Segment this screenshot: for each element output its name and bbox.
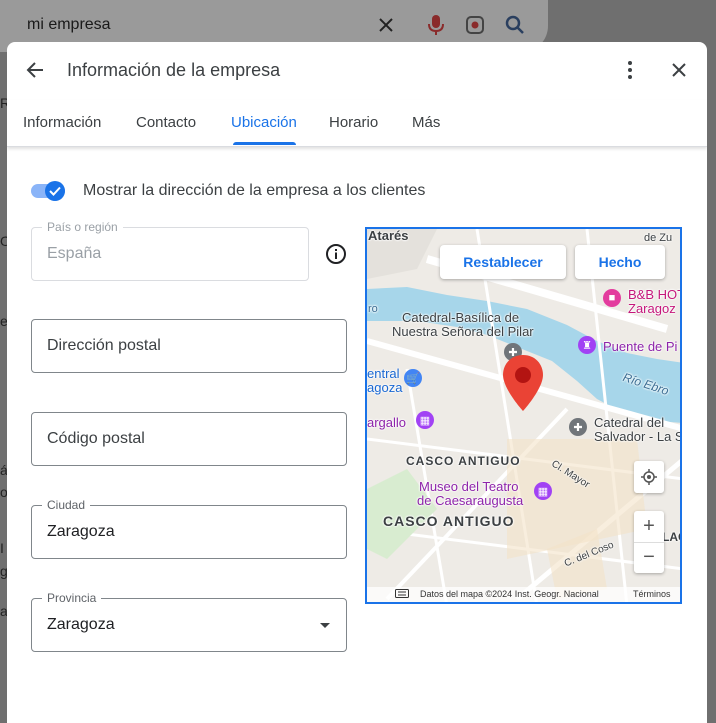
tab-bar: Información Contacto Ubicación Horario M… [7,100,707,147]
province-select-value: Zaragoza [47,616,115,633]
clear-icon [374,13,398,37]
location-pin-icon[interactable] [501,353,545,413]
postal-code-field-placeholder: Código postal [47,430,145,447]
map-label-puente: Puente de Pi [603,339,678,354]
close-button[interactable] [659,50,699,90]
location-map[interactable]: Restablecer Hecho Atarés de Zu ■ B&B HOT… [365,227,682,604]
business-info-dialog: Información de la empresa Información Co… [7,42,707,723]
map-label-museo-2: de Caesaraugusta [417,493,524,508]
map-footer: Datos del mapa ©2024 Inst. Geogr. Nacion… [367,587,680,602]
map-label-street: de Zu [644,232,673,244]
check-icon [49,186,61,196]
zoom-in-button[interactable]: + [634,512,664,543]
map-label-salvador: Catedral del [594,415,665,430]
tab-informacion[interactable]: Información [23,114,101,131]
map-label-casco-small: CASCO ANTIGUO [406,454,521,468]
country-field: País o región España [31,220,309,281]
cathedral-poi-icon: ✚ [569,418,587,436]
address-field[interactable]: Dirección postal [31,319,347,373]
dropdown-arrow-icon [320,623,330,628]
zoom-out-button[interactable]: − [634,543,664,573]
map-attribution: Datos del mapa ©2024 Inst. Geogr. Nacion… [420,589,599,599]
show-address-label: Mostrar la dirección de la empresa a los… [83,182,426,199]
shopping-poi-icon: 🛒 [404,369,422,387]
more-options-button[interactable] [610,50,650,90]
city-field-label: Ciudad [42,498,91,512]
tab-horario[interactable]: Horario [329,114,378,131]
map-label-casco-big: CASCO ANTIGUO [383,513,515,529]
zoom-controls: + − [634,511,664,573]
map-label-atares: Atarés [368,228,409,243]
map-label-river-part: ro [368,303,378,315]
tab-mas[interactable]: Más [412,114,440,131]
map-label-salvador-2: Salvador - La S [594,429,682,444]
search-icon [503,13,527,37]
postal-code-field[interactable]: Código postal [31,412,347,466]
province-select-label: Provincia [42,591,102,605]
map-label-right: LAC [662,530,680,544]
active-tab-indicator [233,142,296,145]
my-location-button[interactable] [634,461,664,493]
back-button[interactable] [15,50,55,90]
address-field-placeholder: Dirección postal [47,337,161,354]
info-icon[interactable] [325,243,349,267]
show-address-toggle[interactable] [31,181,67,201]
my-location-icon [641,469,657,485]
lens-icon [463,13,487,37]
map-label-central: entral [367,366,400,381]
map-label-basilica: Catedral-Basílica de [402,310,520,325]
museum-poi-icon: ▦ [416,411,434,429]
microphone-icon [424,13,448,37]
map-terms-link[interactable]: Términos [633,589,671,599]
map-label-central-2: agoza [367,380,403,395]
close-icon [672,63,686,77]
country-field-value: España [47,245,102,262]
map-done-button[interactable]: Hecho [575,245,665,279]
toggle-knob [45,181,65,201]
theater-poi-icon: ▦ [534,482,552,500]
city-field-value: Zaragoza [47,523,115,540]
province-select[interactable]: Provincia Zaragoza [31,591,347,652]
background-search-query: mi empresa [27,16,111,33]
hotel-poi-icon: ■ [603,289,621,307]
map-label-basilica-2: Nuestra Señora del Pilar [392,324,534,339]
map-reset-button[interactable]: Restablecer [440,245,566,279]
more-vert-icon [628,61,632,79]
landmark-poi-icon: ♜ [578,336,596,354]
map-label-gargallo: argallo [367,415,407,430]
city-field[interactable]: Ciudad Zaragoza [31,498,347,559]
dialog-header: Información de la empresa [7,42,707,100]
tab-contacto[interactable]: Contacto [136,114,196,131]
tab-ubicacion[interactable]: Ubicación [231,114,297,131]
background-text: I [0,540,4,556]
dialog-title: Información de la empresa [67,60,281,80]
map-label-hotel-2: Zaragoz [628,301,676,316]
country-field-label: País o región [42,220,123,234]
keyboard-icon[interactable] [395,589,409,600]
map-label-museo: Museo del Teatro [419,479,519,494]
map-label-hotel: B&B HOT [628,287,682,302]
arrow-back-icon [26,62,43,78]
